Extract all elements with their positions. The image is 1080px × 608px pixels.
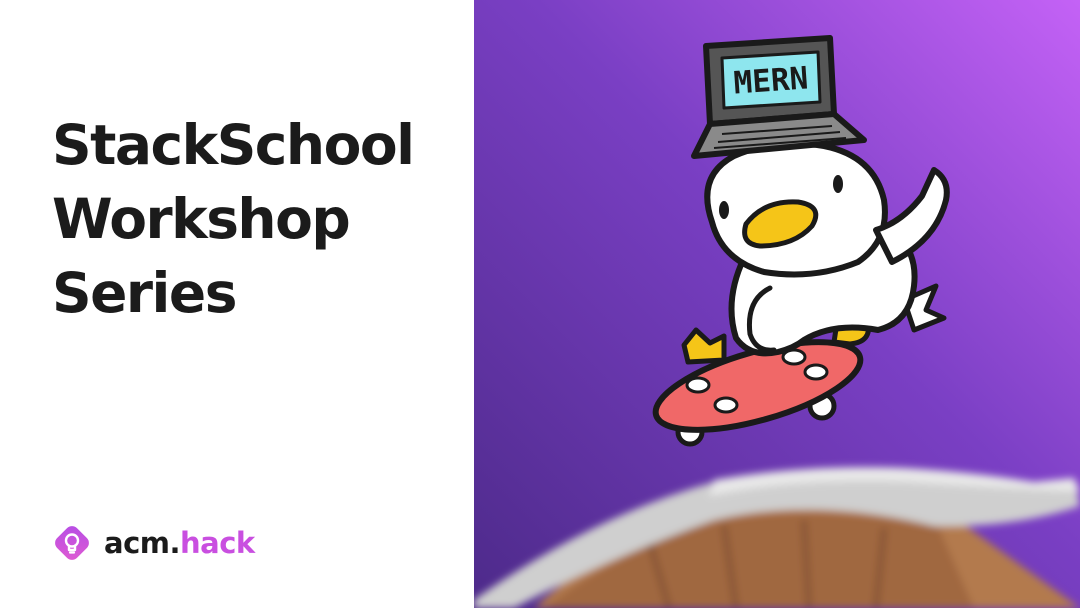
brand-name-part2: hack — [180, 526, 255, 560]
lightbulb-icon — [55, 526, 89, 560]
laptop-screen-text: MERN — [732, 60, 809, 101]
duck-skateboard-illustration: MERN — [474, 0, 1080, 608]
duck-eye-left — [719, 201, 729, 219]
brand-name: acm.hack — [104, 526, 255, 560]
title-line-2: Workshop — [52, 187, 351, 251]
illustration-panel: MERN — [474, 0, 1080, 608]
brand-logo-group: acm.hack — [52, 521, 255, 565]
left-panel: StackSchool Workshop Series acm.hack — [0, 0, 474, 608]
brand-name-part1: acm. — [104, 526, 181, 560]
page-title: StackSchool Workshop Series — [52, 108, 415, 330]
title-line-1: StackSchool — [52, 113, 415, 177]
title-line-3: Series — [52, 261, 237, 325]
duck-eye-right — [833, 175, 843, 193]
